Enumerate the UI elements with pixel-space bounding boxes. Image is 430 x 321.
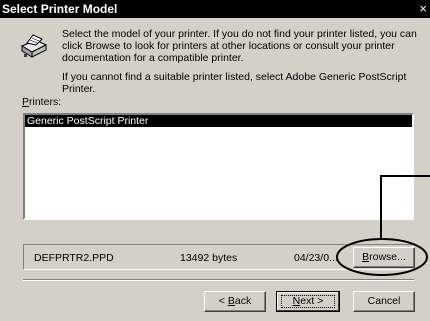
dialog-title: Select Printer Model <box>2 2 118 16</box>
printers-label-accesskey: P <box>22 96 30 108</box>
printers-listbox[interactable]: Generic PostScript Printer <box>23 113 414 220</box>
ppd-file-size: 13492 bytes <box>180 252 238 264</box>
printers-label: Printers: <box>22 96 61 108</box>
instructions-paragraph-1: Select the model of your printer. If you… <box>62 28 417 64</box>
browse-button[interactable]: Browse... <box>353 247 415 268</box>
next-focus-ring <box>281 295 335 308</box>
ppd-file-date: 04/23/0... <box>294 252 338 264</box>
ppd-file-name: DEFPRTR2.PPD <box>34 252 114 264</box>
printers-label-text: rinters: <box>29 96 62 108</box>
button-separator <box>23 279 414 281</box>
next-button[interactable]: Next > <box>276 291 340 312</box>
browse-label: rowse... <box>369 251 406 263</box>
back-accesskey: B <box>227 295 235 307</box>
back-prefix: < <box>218 295 228 307</box>
printer-icon <box>20 34 48 58</box>
title-bar[interactable]: Select Printer Model × <box>0 0 430 18</box>
back-button[interactable]: < Back <box>204 291 266 312</box>
close-icon[interactable]: × <box>419 0 427 18</box>
back-label: ack <box>234 295 252 307</box>
select-printer-model-dialog: Select Printer Model × Select the model … <box>0 0 430 321</box>
printer-list-item-selected[interactable]: Generic PostScript Printer <box>25 115 412 127</box>
cancel-button[interactable]: Cancel <box>353 291 415 312</box>
instructions-paragraph-2: If you cannot find a suitable printer li… <box>62 71 407 95</box>
